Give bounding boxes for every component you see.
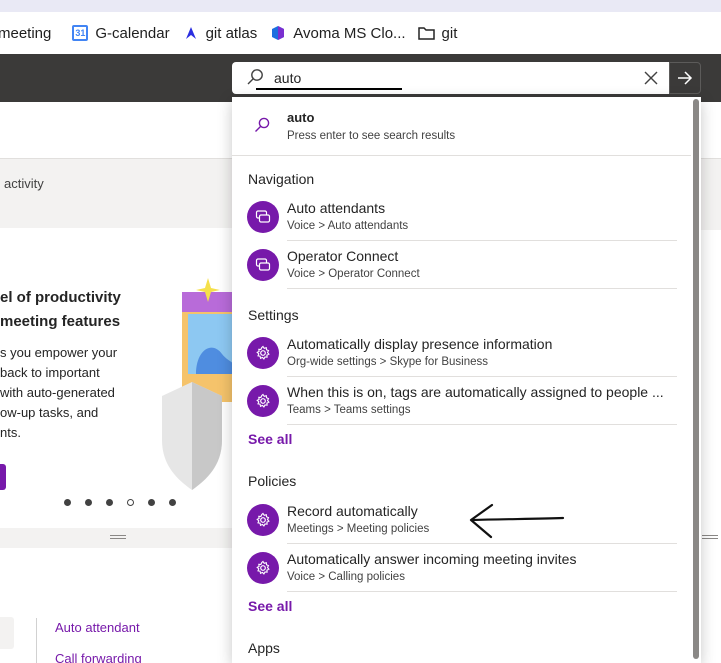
link-call-forwarding[interactable]: Call forwarding (55, 651, 142, 663)
bookmark-label: git atlas (205, 24, 258, 42)
result-item[interactable]: Automatically answer incoming meeting in… (232, 544, 691, 592)
section-title-apps: Apps (248, 640, 280, 656)
bookmark-meeting[interactable]: meeting (0, 12, 63, 54)
search-results-dropdown: auto Press enter to see search results N… (232, 97, 701, 663)
bookmark-label: Avoma MS Clo... (293, 24, 406, 42)
promo-body: s you empower your back to important wit… (0, 345, 118, 440)
carousel-dot[interactable] (85, 499, 92, 506)
bookmark-label: git (441, 24, 458, 42)
search-go-button[interactable] (669, 62, 701, 94)
result-path: Teams > Teams settings (287, 404, 411, 416)
suggestion-subtitle: Press enter to see search results (287, 130, 456, 142)
divider (36, 618, 37, 663)
search-suggestion[interactable]: auto Press enter to see search results (232, 97, 691, 156)
folder-icon (418, 24, 436, 42)
result-title: Auto attendants (287, 200, 386, 216)
navigation-icon (247, 201, 279, 233)
result-path: Voice > Operator Connect (287, 268, 420, 280)
divider (287, 288, 677, 289)
promo-headline: el of productivity meeting features (0, 289, 121, 330)
result-title: Automatically display presence informati… (287, 336, 553, 352)
bookmark-g-calendar[interactable]: 31 G-calendar (71, 12, 181, 54)
bookmarks-bar: meeting 31 G-calendar git atlas Avoma MS… (0, 12, 721, 54)
link-auto-attendant[interactable]: Auto attendant (55, 620, 140, 635)
bookmark-git[interactable]: git (418, 12, 470, 54)
gear-icon (247, 504, 279, 536)
result-title: Record automatically (287, 503, 418, 519)
arrow-right-icon (678, 71, 693, 85)
gear-icon (247, 385, 279, 417)
scrollbar-thumb[interactable] (693, 99, 699, 659)
gear-icon (247, 552, 279, 584)
see-all-settings-link[interactable]: See all (248, 431, 292, 447)
result-item[interactable]: Automatically display presence informati… (232, 329, 691, 377)
input-stub[interactable] (0, 617, 14, 649)
result-item[interactable]: Auto attendants Voice > Auto attendants (232, 193, 691, 241)
carousel-dot[interactable] (64, 499, 71, 506)
activity-label: activity (4, 176, 44, 191)
carousel-dot[interactable] (148, 499, 155, 506)
atlas-icon (182, 24, 200, 42)
navigation-icon (247, 249, 279, 281)
right-panel (700, 230, 721, 663)
bookmark-git-atlas[interactable]: git atlas (182, 12, 270, 54)
result-item[interactable]: When this is on, tags are automatically … (232, 377, 691, 425)
result-item[interactable]: Record automatically Meetings > Meeting … (232, 496, 691, 544)
result-path: Voice > Auto attendants (287, 220, 409, 232)
dropdown-scrollbar[interactable] (691, 97, 701, 663)
drag-handle[interactable] (110, 535, 126, 541)
section-title-navigation: Navigation (248, 171, 315, 187)
avoma-icon (269, 24, 287, 42)
gear-icon (247, 337, 279, 369)
result-path: Voice > Calling policies (287, 571, 405, 583)
browser-tab-strip (0, 0, 721, 12)
result-path: Org-wide settings > Skype for Business (287, 356, 489, 368)
promo-illustration (152, 270, 236, 495)
calendar-icon: 31 (71, 24, 89, 42)
bookmark-label: meeting (0, 24, 52, 42)
section-title-policies: Policies (248, 473, 297, 489)
carousel-dot[interactable] (169, 499, 176, 506)
result-path: Meetings > Meeting policies (287, 523, 430, 535)
result-title: Operator Connect (287, 248, 399, 264)
see-all-policies-link[interactable]: See all (248, 598, 292, 614)
carousel-dot-active[interactable] (127, 499, 134, 506)
annotation-underline (256, 88, 402, 90)
result-title: Automatically answer incoming meeting in… (287, 551, 577, 567)
promo-button[interactable] (0, 464, 6, 490)
bookmark-avoma[interactable]: Avoma MS Clo... (269, 12, 417, 54)
carousel-dots (64, 499, 176, 506)
result-title: When this is on, tags are automatically … (287, 384, 664, 400)
search-input[interactable] (274, 68, 614, 88)
carousel-dot[interactable] (106, 499, 113, 506)
section-title-settings: Settings (248, 307, 299, 323)
annotation-arrow (466, 502, 566, 547)
divider (287, 424, 677, 425)
suggestion-title: auto (287, 110, 315, 125)
divider (287, 591, 677, 592)
quick-links-card (0, 548, 232, 663)
drag-handle[interactable] (702, 535, 718, 541)
result-item[interactable]: Operator Connect Voice > Operator Connec… (232, 241, 691, 289)
search-icon (254, 117, 270, 138)
close-icon[interactable] (642, 69, 660, 87)
bookmark-label: G-calendar (95, 24, 170, 42)
